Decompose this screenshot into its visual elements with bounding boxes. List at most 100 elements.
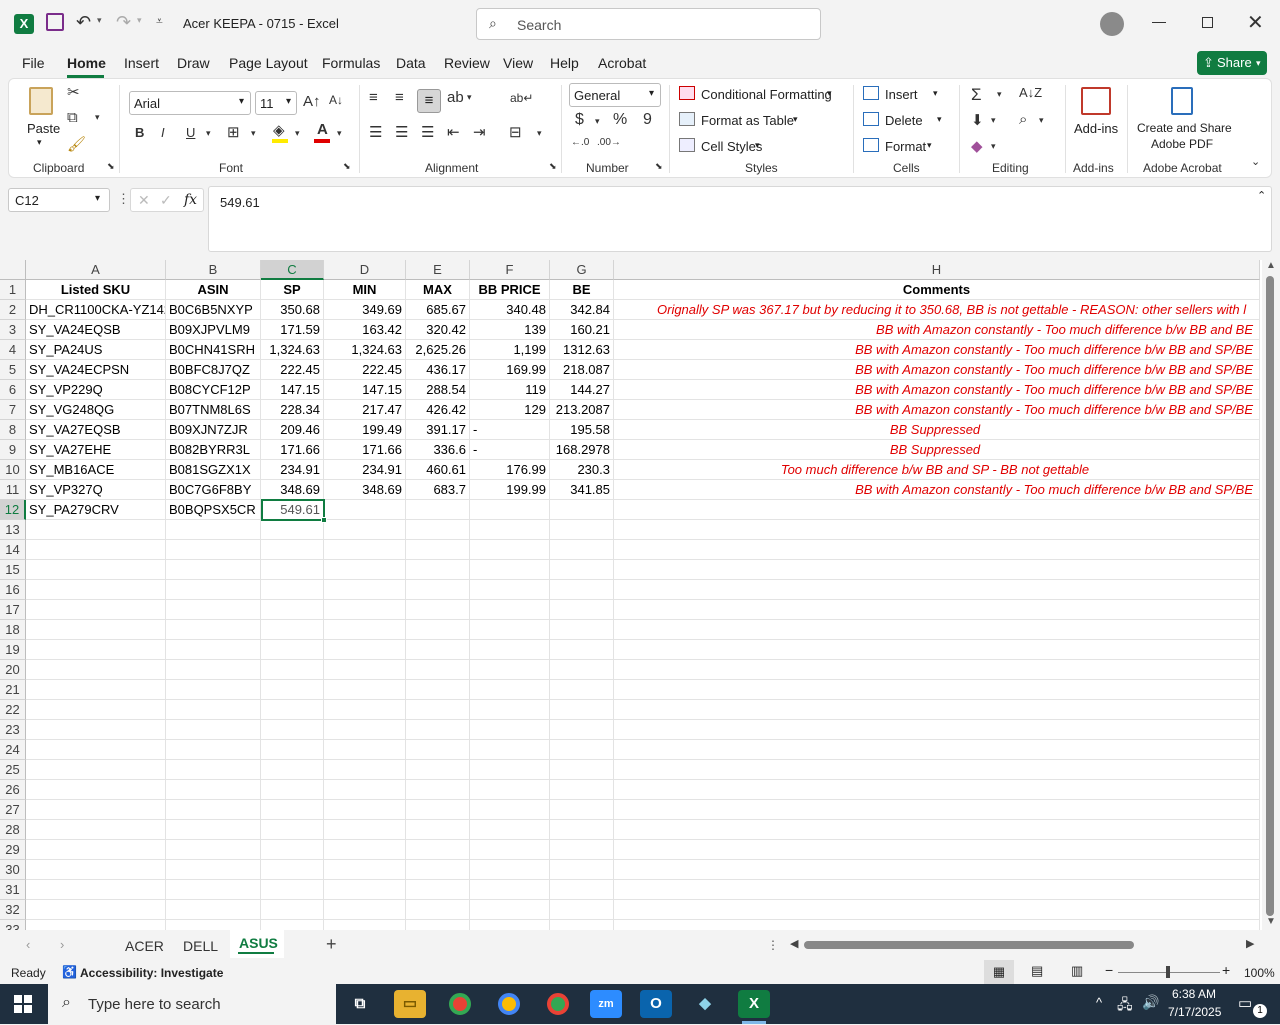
accessibility-status[interactable]: Accessibility: Investigate [80, 966, 223, 980]
table-cell[interactable]: 176.99 [470, 460, 550, 480]
table-cell[interactable]: 2,625.26 [406, 340, 470, 360]
autosum-dropdown-icon[interactable]: ▾ [997, 89, 1002, 100]
column-header-f[interactable]: F [470, 260, 550, 280]
table-cell[interactable]: 222.45 [261, 360, 324, 380]
table-cell[interactable]: SY_VA24ECPSN [26, 360, 166, 380]
volume-icon[interactable]: 🔊 [1142, 994, 1159, 1011]
empty-cell[interactable] [406, 700, 470, 720]
empty-cell[interactable] [470, 760, 550, 780]
search-box[interactable]: ⌕ Search [476, 8, 821, 40]
empty-cell[interactable] [470, 900, 550, 920]
empty-cell[interactable] [324, 560, 406, 580]
header-cell[interactable]: Listed SKU [26, 280, 166, 300]
empty-cell[interactable] [261, 600, 324, 620]
currency-icon[interactable]: $ [575, 111, 584, 129]
table-cell[interactable]: Too much difference b/w BB and SP - BB n… [614, 460, 1260, 480]
select-all-corner[interactable] [0, 260, 26, 280]
empty-cell[interactable] [166, 600, 261, 620]
empty-cell[interactable] [261, 560, 324, 580]
table-cell[interactable]: 147.15 [324, 380, 406, 400]
table-cell[interactable]: 171.59 [261, 320, 324, 340]
table-cell[interactable]: - [470, 440, 550, 460]
scroll-right-sheets-icon[interactable]: › [60, 937, 64, 952]
row-header[interactable]: 10 [0, 460, 26, 480]
windows-start-icon[interactable] [14, 995, 32, 1013]
table-cell[interactable]: Orignally SP was 367.17 but by reducing … [614, 300, 1260, 320]
empty-cell[interactable] [324, 860, 406, 880]
file-explorer-icon[interactable]: ▭ [394, 990, 426, 1018]
empty-cell[interactable] [166, 820, 261, 840]
empty-cell[interactable] [324, 820, 406, 840]
column-header-g[interactable]: G [550, 260, 614, 280]
empty-cell[interactable] [166, 720, 261, 740]
empty-cell[interactable] [261, 900, 324, 920]
row-header[interactable]: 29 [0, 840, 26, 860]
empty-cell[interactable] [261, 520, 324, 540]
empty-cell[interactable] [614, 720, 1260, 740]
create-share-pdf-button[interactable]: Create and Share Adobe PDF [1133, 85, 1233, 153]
empty-cell[interactable] [261, 840, 324, 860]
row-header[interactable]: 8 [0, 420, 26, 440]
find-dropdown-icon[interactable]: ▾ [1039, 115, 1044, 126]
number-launcher-icon[interactable]: ⬊ [655, 161, 663, 172]
empty-cell[interactable] [26, 800, 166, 820]
share-button[interactable]: ⇪ Share ▾ [1197, 51, 1267, 75]
tab-file[interactable]: File [22, 55, 45, 71]
table-cell[interactable]: 460.61 [406, 460, 470, 480]
minimize-icon[interactable] [1152, 22, 1166, 23]
empty-cell[interactable] [26, 540, 166, 560]
row-header[interactable]: 14 [0, 540, 26, 560]
empty-cell[interactable] [324, 700, 406, 720]
table-cell[interactable]: 391.17 [406, 420, 470, 440]
scroll-left-icon[interactable]: ◀ [790, 937, 798, 950]
empty-cell[interactable] [406, 720, 470, 740]
tab-insert[interactable]: Insert [124, 55, 159, 71]
decrease-indent-icon[interactable]: ⇤ [447, 123, 460, 141]
increase-decimal-icon[interactable]: ←.0 [571, 137, 589, 148]
redo-dropdown-icon[interactable]: ▾ [137, 15, 142, 26]
empty-cell[interactable] [166, 640, 261, 660]
empty-cell[interactable] [26, 840, 166, 860]
empty-cell[interactable] [261, 640, 324, 660]
empty-cell[interactable] [324, 620, 406, 640]
row-header[interactable]: 28 [0, 820, 26, 840]
add-sheet-icon[interactable]: + [326, 934, 337, 955]
table-cell[interactable]: 213.2087 [550, 400, 614, 420]
column-header-e[interactable]: E [406, 260, 470, 280]
table-cell[interactable]: B0BQPSX5CR [166, 500, 261, 520]
empty-cell[interactable] [470, 560, 550, 580]
table-cell[interactable]: 426.42 [406, 400, 470, 420]
align-center-icon[interactable]: ☰ [395, 123, 408, 141]
empty-cell[interactable] [470, 920, 550, 930]
format-painter-icon[interactable]: 🖌 [67, 135, 86, 153]
empty-cell[interactable] [550, 580, 614, 600]
empty-cell[interactable] [324, 840, 406, 860]
header-cell[interactable]: MIN [324, 280, 406, 300]
empty-cell[interactable] [406, 800, 470, 820]
empty-cell[interactable] [166, 880, 261, 900]
empty-cell[interactable] [550, 920, 614, 930]
empty-cell[interactable] [26, 760, 166, 780]
table-cell[interactable]: B08CYCF12P [166, 380, 261, 400]
row-header[interactable]: 23 [0, 720, 26, 740]
empty-cell[interactable] [406, 520, 470, 540]
horizontal-scroll-thumb[interactable] [804, 941, 1134, 949]
empty-cell[interactable] [324, 720, 406, 740]
clipboard-launcher-icon[interactable]: ⬊ [107, 161, 115, 172]
table-cell[interactable]: 218.087 [550, 360, 614, 380]
zoom-out-icon[interactable]: − [1105, 962, 1113, 978]
borders-icon[interactable]: ⊞ [227, 123, 240, 141]
empty-cell[interactable] [324, 580, 406, 600]
clear-icon[interactable]: ◆ [971, 137, 983, 155]
row-header[interactable]: 4 [0, 340, 26, 360]
row-header[interactable]: 2 [0, 300, 26, 320]
empty-cell[interactable] [614, 800, 1260, 820]
wrap-text-icon[interactable]: ab↵ [510, 91, 533, 105]
empty-cell[interactable] [324, 520, 406, 540]
empty-cell[interactable] [324, 880, 406, 900]
table-cell[interactable]: B09XJPVLM9 [166, 320, 261, 340]
column-header-h[interactable]: H [614, 260, 1260, 280]
table-cell[interactable]: 1,324.63 [261, 340, 324, 360]
empty-cell[interactable] [166, 540, 261, 560]
table-cell[interactable]: 350.68 [261, 300, 324, 320]
